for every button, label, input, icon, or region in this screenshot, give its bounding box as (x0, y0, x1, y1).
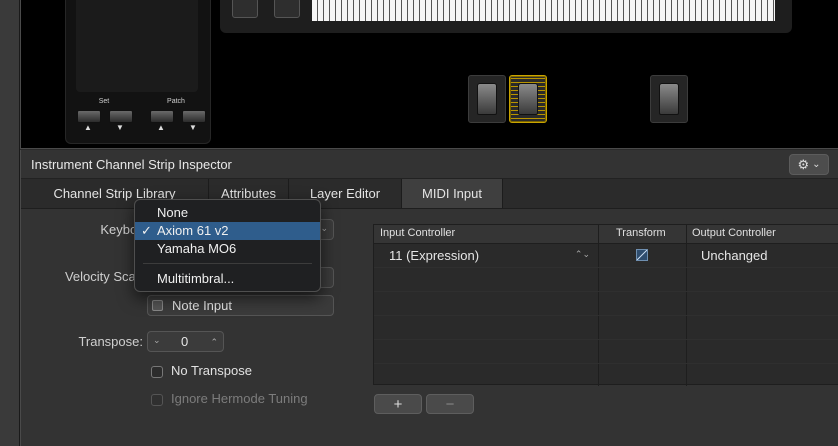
piano-keys[interactable] (312, 0, 775, 21)
panel-set-label: Set (98, 98, 110, 105)
chevron-down-icon[interactable]: ⌄ (153, 335, 161, 346)
arrow-down-icon: ▼ (189, 123, 197, 132)
no-transpose-label: No Transpose (171, 363, 252, 378)
ignore-hermode-checkbox[interactable] (151, 394, 163, 406)
menu-item-multitimbral[interactable]: Multitimbral... (135, 270, 320, 288)
transpose-stepper[interactable]: ⌄ 0 ⌃ (147, 331, 224, 352)
header-output-controller: Output Controller (692, 227, 776, 239)
inspector-action-button[interactable]: ⚙ ⌄ (789, 154, 829, 175)
patch-down-button[interactable] (150, 110, 174, 123)
header-transform: Transform (616, 227, 666, 239)
transpose-value: 0 (181, 334, 189, 349)
menu-item-label: Axiom 61 v2 (157, 223, 229, 238)
note-input-icon (152, 300, 163, 311)
menu-item-none[interactable]: None (135, 204, 320, 222)
table-row[interactable]: 11 (Expression) ⌃⌄ (374, 244, 598, 267)
menu-item-yamaha-mo6[interactable]: Yamaha MO6 (135, 240, 320, 258)
row-divider (374, 363, 838, 364)
pedal-selected[interactable] (509, 75, 547, 123)
row-divider (374, 267, 838, 268)
pitch-wheel[interactable] (232, 0, 258, 18)
menu-item-label: Multitimbral... (157, 271, 235, 286)
pedal-right[interactable] (650, 75, 688, 123)
menu-separator (143, 263, 312, 264)
column-divider (598, 225, 599, 386)
transpose-label: Transpose: (78, 334, 143, 349)
pedal-left[interactable] (468, 75, 506, 123)
arrow-down-icon: ▼ (116, 123, 124, 132)
channel-strip-inspector: Instrument Channel Strip Inspector ⚙ ⌄ C… (20, 150, 838, 446)
keyboard-dropdown-menu: None ✓ Axiom 61 v2 Yamaha MO6 Multitimbr… (134, 199, 321, 292)
window-left-edge (0, 0, 20, 446)
input-controller-value: 11 (Expression) (389, 248, 480, 263)
tab-midi-input[interactable]: MIDI Input (402, 179, 503, 208)
gear-icon: ⚙ (797, 156, 810, 172)
transform-curve-icon[interactable] (636, 249, 648, 261)
column-divider (686, 225, 687, 386)
chevron-up-icon[interactable]: ⌃ (210, 337, 218, 348)
menu-item-label: None (157, 205, 189, 220)
arrow-up-icon: ▲ (84, 123, 92, 132)
control-panel-screen (76, 0, 198, 92)
output-controller-value[interactable]: Unchanged (701, 248, 768, 263)
checkmark-icon: ✓ (141, 223, 152, 238)
row-divider (374, 291, 838, 292)
patch-up-button[interactable] (182, 110, 206, 123)
set-down-button[interactable] (77, 110, 101, 123)
note-input-label: Note Input (172, 298, 232, 313)
controller-table: Input Controller Transform Output Contro… (373, 224, 838, 386)
row-divider (374, 315, 838, 316)
updown-chevron-icon[interactable]: ⌃⌄ (575, 249, 590, 260)
set-up-button[interactable] (109, 110, 133, 123)
menu-item-axiom-61-v2[interactable]: ✓ Axiom 61 v2 (135, 222, 320, 240)
header-input-controller: Input Controller (380, 227, 456, 239)
add-button[interactable]: + (374, 394, 422, 414)
table-header: Input Controller Transform Output Contro… (374, 225, 838, 244)
chevron-down-icon: ⌄ (812, 159, 821, 170)
inspector-title: Instrument Channel Strip Inspector (31, 157, 232, 172)
panel-patch-label: Patch (167, 98, 185, 105)
ignore-hermode-label: Ignore Hermode Tuning (171, 391, 308, 406)
arrow-up-icon: ▲ (157, 123, 165, 132)
row-divider (374, 339, 838, 340)
note-input-button[interactable]: Note Input (147, 295, 334, 316)
no-transpose-checkbox[interactable] (151, 366, 163, 378)
mod-wheel[interactable] (274, 0, 300, 18)
menu-item-label: Yamaha MO6 (157, 241, 237, 256)
remove-button[interactable]: − (426, 394, 474, 414)
